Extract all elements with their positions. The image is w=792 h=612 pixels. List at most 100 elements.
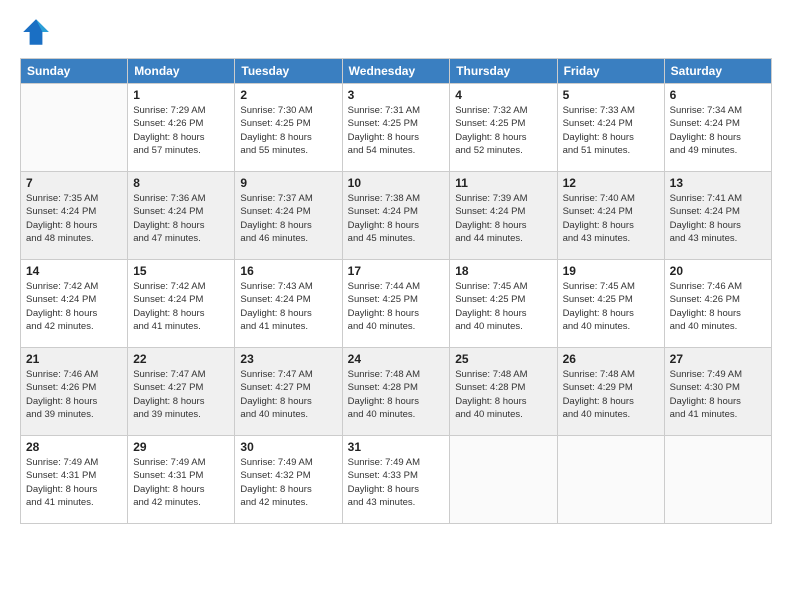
calendar-week-row: 1 Sunrise: 7:29 AM Sunset: 4:26 PM Daylig… — [21, 84, 772, 172]
day-info: Sunrise: 7:45 AM Sunset: 4:25 PM Dayligh… — [563, 280, 659, 333]
day-number: 22 — [133, 352, 229, 366]
day-info: Sunrise: 7:33 AM Sunset: 4:24 PM Dayligh… — [563, 104, 659, 157]
day-number: 25 — [455, 352, 551, 366]
day-number: 14 — [26, 264, 122, 278]
day-info: Sunrise: 7:39 AM Sunset: 4:24 PM Dayligh… — [455, 192, 551, 245]
calendar-cell: 29 Sunrise: 7:49 AM Sunset: 4:31 PM Dayli… — [128, 436, 235, 524]
calendar-cell: 24Sunrise: 7:48 AM Sunset: 4:28 PM Dayli… — [342, 348, 450, 436]
day-number: 8 — [133, 176, 229, 190]
page-container: SundayMondayTuesdayWednesdayThursdayFrid… — [0, 0, 792, 612]
day-info: Sunrise: 7:30 AM Sunset: 4:25 PM Dayligh… — [240, 104, 336, 157]
calendar-cell: 27 Sunrise: 7:49 AM Sunset: 4:30 PM Dayli… — [664, 348, 771, 436]
day-number: 28 — [26, 440, 122, 454]
calendar-cell: 5 Sunrise: 7:33 AM Sunset: 4:24 PM Daylig… — [557, 84, 664, 172]
calendar-cell: 4Sunrise: 7:32 AM Sunset: 4:25 PM Daylig… — [450, 84, 557, 172]
day-number: 27 — [670, 352, 766, 366]
day-info: Sunrise: 7:29 AM Sunset: 4:26 PM Dayligh… — [133, 104, 229, 157]
calendar-cell — [557, 436, 664, 524]
calendar-cell: 10 Sunrise: 7:38 AM Sunset: 4:24 PM Dayli… — [342, 172, 450, 260]
day-number: 12 — [563, 176, 659, 190]
day-info: Sunrise: 7:42 AM Sunset: 4:24 PM Dayligh… — [26, 280, 122, 333]
day-info: Sunrise: 7:31 AM Sunset: 4:25 PM Dayligh… — [348, 104, 445, 157]
day-number: 24 — [348, 352, 445, 366]
day-info: Sunrise: 7:35 AM Sunset: 4:24 PM Dayligh… — [26, 192, 122, 245]
day-info: Sunrise: 7:34 AM Sunset: 4:24 PM Dayligh… — [670, 104, 766, 157]
day-number: 3 — [348, 88, 445, 102]
day-info: Sunrise: 7:46 AM Sunset: 4:26 PM Dayligh… — [26, 368, 122, 421]
calendar-cell: 3 Sunrise: 7:31 AM Sunset: 4:25 PM Daylig… — [342, 84, 450, 172]
calendar-cell: 15 Sunrise: 7:42 AM Sunset: 4:24 PM Dayli… — [128, 260, 235, 348]
day-info: Sunrise: 7:49 AM Sunset: 4:31 PM Dayligh… — [26, 456, 122, 509]
calendar-cell: 30Sunrise: 7:49 AM Sunset: 4:32 PM Dayli… — [235, 436, 342, 524]
day-number: 7 — [26, 176, 122, 190]
day-info: Sunrise: 7:41 AM Sunset: 4:24 PM Dayligh… — [670, 192, 766, 245]
calendar-cell: 1 Sunrise: 7:29 AM Sunset: 4:26 PM Daylig… — [128, 84, 235, 172]
day-number: 26 — [563, 352, 659, 366]
column-header-monday: Monday — [128, 59, 235, 84]
day-info: Sunrise: 7:37 AM Sunset: 4:24 PM Dayligh… — [240, 192, 336, 245]
day-number: 10 — [348, 176, 445, 190]
calendar-table: SundayMondayTuesdayWednesdayThursdayFrid… — [20, 58, 772, 524]
day-info: Sunrise: 7:43 AM Sunset: 4:24 PM Dayligh… — [240, 280, 336, 333]
column-header-thursday: Thursday — [450, 59, 557, 84]
day-info: Sunrise: 7:45 AM Sunset: 4:25 PM Dayligh… — [455, 280, 551, 333]
day-info: Sunrise: 7:38 AM Sunset: 4:24 PM Dayligh… — [348, 192, 445, 245]
column-header-saturday: Saturday — [664, 59, 771, 84]
calendar-cell — [664, 436, 771, 524]
column-header-wednesday: Wednesday — [342, 59, 450, 84]
day-info: Sunrise: 7:42 AM Sunset: 4:24 PM Dayligh… — [133, 280, 229, 333]
calendar-cell — [450, 436, 557, 524]
day-number: 9 — [240, 176, 336, 190]
calendar-week-row: 21 Sunrise: 7:46 AM Sunset: 4:26 PM Dayli… — [21, 348, 772, 436]
column-header-tuesday: Tuesday — [235, 59, 342, 84]
day-number: 23 — [240, 352, 336, 366]
calendar-cell: 8Sunrise: 7:36 AM Sunset: 4:24 PM Daylig… — [128, 172, 235, 260]
calendar-cell: 18 Sunrise: 7:45 AM Sunset: 4:25 PM Dayli… — [450, 260, 557, 348]
day-number: 18 — [455, 264, 551, 278]
day-number: 2 — [240, 88, 336, 102]
day-info: Sunrise: 7:40 AM Sunset: 4:24 PM Dayligh… — [563, 192, 659, 245]
calendar-cell: 2 Sunrise: 7:30 AM Sunset: 4:25 PM Daylig… — [235, 84, 342, 172]
day-number: 21 — [26, 352, 122, 366]
header — [20, 16, 772, 48]
day-number: 30 — [240, 440, 336, 454]
calendar-cell: 25 Sunrise: 7:48 AM Sunset: 4:28 PM Dayli… — [450, 348, 557, 436]
logo — [20, 16, 56, 48]
column-header-sunday: Sunday — [21, 59, 128, 84]
day-info: Sunrise: 7:49 AM Sunset: 4:30 PM Dayligh… — [670, 368, 766, 421]
calendar-cell: 26 Sunrise: 7:48 AM Sunset: 4:29 PM Dayli… — [557, 348, 664, 436]
calendar-cell: 28 Sunrise: 7:49 AM Sunset: 4:31 PM Dayli… — [21, 436, 128, 524]
column-header-friday: Friday — [557, 59, 664, 84]
calendar-cell: 7 Sunrise: 7:35 AM Sunset: 4:24 PM Daylig… — [21, 172, 128, 260]
calendar-cell: 22Sunrise: 7:47 AM Sunset: 4:27 PM Dayli… — [128, 348, 235, 436]
day-number: 15 — [133, 264, 229, 278]
day-number: 6 — [670, 88, 766, 102]
calendar-cell: 14 Sunrise: 7:42 AM Sunset: 4:24 PM Dayli… — [21, 260, 128, 348]
calendar-cell: 20 Sunrise: 7:46 AM Sunset: 4:26 PM Dayli… — [664, 260, 771, 348]
calendar-cell: 12 Sunrise: 7:40 AM Sunset: 4:24 PM Dayli… — [557, 172, 664, 260]
calendar-cell: 21 Sunrise: 7:46 AM Sunset: 4:26 PM Dayli… — [21, 348, 128, 436]
calendar-cell: 9 Sunrise: 7:37 AM Sunset: 4:24 PM Daylig… — [235, 172, 342, 260]
calendar-cell: 6 Sunrise: 7:34 AM Sunset: 4:24 PM Daylig… — [664, 84, 771, 172]
calendar-week-row: 7 Sunrise: 7:35 AM Sunset: 4:24 PM Daylig… — [21, 172, 772, 260]
day-info: Sunrise: 7:32 AM Sunset: 4:25 PM Dayligh… — [455, 104, 551, 157]
calendar-week-row: 28 Sunrise: 7:49 AM Sunset: 4:31 PM Dayli… — [21, 436, 772, 524]
day-number: 5 — [563, 88, 659, 102]
day-number: 19 — [563, 264, 659, 278]
day-info: Sunrise: 7:48 AM Sunset: 4:28 PM Dayligh… — [455, 368, 551, 421]
day-info: Sunrise: 7:48 AM Sunset: 4:29 PM Dayligh… — [563, 368, 659, 421]
day-number: 11 — [455, 176, 551, 190]
day-number: 1 — [133, 88, 229, 102]
calendar-cell: 31Sunrise: 7:49 AM Sunset: 4:33 PM Dayli… — [342, 436, 450, 524]
day-number: 29 — [133, 440, 229, 454]
calendar-cell: 19 Sunrise: 7:45 AM Sunset: 4:25 PM Dayli… — [557, 260, 664, 348]
calendar-cell: 17Sunrise: 7:44 AM Sunset: 4:25 PM Dayli… — [342, 260, 450, 348]
calendar-cell — [21, 84, 128, 172]
day-number: 13 — [670, 176, 766, 190]
calendar-week-row: 14 Sunrise: 7:42 AM Sunset: 4:24 PM Dayli… — [21, 260, 772, 348]
logo-icon — [20, 16, 52, 48]
day-info: Sunrise: 7:49 AM Sunset: 4:31 PM Dayligh… — [133, 456, 229, 509]
calendar-cell: 23Sunrise: 7:47 AM Sunset: 4:27 PM Dayli… — [235, 348, 342, 436]
day-info: Sunrise: 7:46 AM Sunset: 4:26 PM Dayligh… — [670, 280, 766, 333]
day-number: 20 — [670, 264, 766, 278]
